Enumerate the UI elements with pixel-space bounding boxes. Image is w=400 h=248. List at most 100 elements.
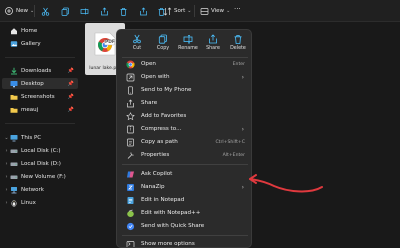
copilot-icon bbox=[126, 170, 135, 179]
sidebar-item-network[interactable]: › Network bbox=[2, 184, 78, 195]
properties-icon bbox=[126, 151, 135, 160]
copy-label: Copy bbox=[156, 46, 170, 51]
menu-item-send-to-phone[interactable]: Send to My Phone bbox=[119, 84, 251, 96]
chevron-down-icon: ⌄ bbox=[187, 8, 192, 14]
menu-item-open[interactable]: Open Enter bbox=[119, 58, 251, 70]
shortcut-text: Enter bbox=[232, 61, 245, 67]
new-button[interactable]: New ⌄ bbox=[4, 3, 34, 19]
command-bar: New ⌄ Sort ⌄ View ⌄ ··· bbox=[0, 0, 400, 22]
rename-icon[interactable] bbox=[79, 6, 89, 16]
sort-icon bbox=[162, 6, 172, 16]
menu-item-edit-with-notepad-plus[interactable]: Edit with Notepad++ bbox=[119, 207, 251, 219]
add-icon bbox=[4, 6, 14, 16]
sort-button[interactable]: Sort ⌄ bbox=[162, 3, 191, 19]
sidebar-item-screenshots[interactable]: Screenshots 📌 bbox=[2, 91, 78, 102]
copy-icon[interactable] bbox=[60, 6, 70, 16]
pin-icon[interactable]: 📌 bbox=[68, 68, 74, 74]
chevron-right-icon[interactable]: › bbox=[4, 161, 9, 167]
cut-icon bbox=[132, 34, 142, 44]
cut-label: Cut bbox=[132, 46, 142, 51]
sidebar-divider bbox=[5, 123, 75, 124]
copy-button[interactable]: Copy bbox=[152, 33, 174, 55]
menu-item-add-to-favorites[interactable]: Add to Favorites bbox=[119, 110, 251, 122]
menu-item-open-with[interactable]: Open with › bbox=[119, 71, 251, 83]
chrome-pdf-icon bbox=[92, 31, 118, 59]
menu-item-compress-to[interactable]: Compress to... › bbox=[119, 123, 251, 135]
gallery-icon bbox=[10, 40, 18, 48]
share-icon[interactable] bbox=[99, 6, 109, 16]
view-label: View bbox=[211, 8, 225, 14]
copy-path-icon bbox=[126, 138, 135, 147]
pin-icon[interactable]: 📌 bbox=[68, 81, 74, 87]
desktop-icon bbox=[10, 80, 18, 88]
chevron-right-icon[interactable]: › bbox=[4, 200, 9, 206]
delete-button[interactable]: Delete bbox=[227, 33, 249, 55]
copy-icon bbox=[158, 34, 168, 44]
chevron-right-icon[interactable]: › bbox=[4, 148, 9, 154]
delete-label: Delete bbox=[230, 46, 246, 51]
view-button[interactable]: View ⌄ bbox=[199, 3, 230, 19]
sidebar-item-label: meauj bbox=[21, 106, 39, 113]
sidebar-item-meauj[interactable]: meauj 📌 bbox=[2, 104, 78, 115]
new-label: New bbox=[16, 8, 28, 14]
more-options-icon[interactable]: ··· bbox=[234, 5, 241, 13]
chevron-right-icon[interactable]: › bbox=[4, 187, 9, 193]
sidebar-item-label: Local Disk (C:) bbox=[21, 147, 61, 154]
menu-item-edit-in-notepad[interactable]: Edit in Notepad bbox=[119, 194, 251, 206]
home-icon bbox=[10, 27, 18, 35]
open-with-icon bbox=[126, 73, 135, 82]
nanazip-icon bbox=[126, 183, 135, 192]
menu-item-nanazip[interactable]: NanaZip › bbox=[119, 181, 251, 193]
chevron-right-icon: › bbox=[241, 73, 244, 81]
pin-icon[interactable]: 📌 bbox=[68, 107, 74, 113]
shortcut-text: Ctrl+Shift+C bbox=[215, 139, 245, 145]
chrome-icon bbox=[126, 60, 135, 69]
rename-label: Rename bbox=[178, 46, 198, 51]
sidebar-item-label: Local Disk (D:) bbox=[21, 160, 61, 167]
toolbar-divider bbox=[194, 5, 195, 17]
menu-item-quick-share[interactable]: Send with Quick Share bbox=[119, 220, 251, 232]
pc-icon bbox=[10, 134, 18, 142]
sidebar-item-desktop[interactable]: Desktop 📌 bbox=[2, 78, 78, 89]
sidebar-item-label: New Volume (F:) bbox=[21, 173, 66, 180]
menu-item-label: Show more options bbox=[141, 241, 195, 247]
sidebar-item-gallery[interactable]: Gallery bbox=[2, 38, 78, 49]
menu-item-copy-as-path[interactable]: Copy as path Ctrl+Shift+C bbox=[119, 136, 251, 148]
share-button[interactable]: Share bbox=[202, 33, 224, 55]
cut-button[interactable]: Cut bbox=[126, 33, 148, 55]
sidebar-item-this-pc[interactable]: ⌄ This PC bbox=[2, 132, 78, 143]
sidebar-item-label: Downloads bbox=[21, 67, 52, 74]
sidebar-item-linux[interactable]: › Linux bbox=[2, 197, 78, 208]
pin-icon[interactable]: 📌 bbox=[68, 94, 74, 100]
cut-icon[interactable] bbox=[40, 6, 50, 16]
share-icon[interactable] bbox=[138, 6, 148, 16]
menu-item-properties[interactable]: Properties Alt+Enter bbox=[119, 149, 251, 161]
menu-item-label: Send to My Phone bbox=[141, 87, 192, 93]
file-type-badge: PDF bbox=[105, 40, 115, 45]
chevron-right-icon[interactable]: › bbox=[4, 174, 9, 180]
menu-item-label: Properties bbox=[141, 152, 170, 158]
menu-item-label: Open with bbox=[141, 74, 170, 80]
chevron-down-icon[interactable]: ⌄ bbox=[4, 135, 9, 141]
share-icon bbox=[208, 34, 218, 44]
menu-item-label: Compress to... bbox=[141, 126, 182, 132]
sidebar-item-local-disk-c[interactable]: › Local Disk (C:) bbox=[2, 145, 78, 156]
menu-item-label: Edit in Notepad bbox=[141, 197, 185, 203]
menu-item-show-more-options[interactable]: Show more options bbox=[119, 238, 251, 247]
delete-icon bbox=[233, 34, 243, 44]
shortcut-text: Alt+Enter bbox=[222, 152, 245, 158]
sidebar-item-new-volume-f[interactable]: › New Volume (F:) bbox=[2, 171, 78, 182]
menu-divider bbox=[122, 235, 248, 236]
folder-icon bbox=[10, 93, 18, 101]
chevron-right-icon: › bbox=[241, 183, 244, 191]
menu-item-ask-copilot[interactable]: Ask Copilot bbox=[119, 168, 251, 180]
sidebar-item-local-disk-d[interactable]: › Local Disk (D:) bbox=[2, 158, 78, 169]
delete-icon[interactable] bbox=[118, 6, 128, 16]
sidebar-item-label: This PC bbox=[21, 134, 42, 141]
rename-button[interactable]: Rename bbox=[177, 33, 199, 55]
context-menu: Cut Copy Rename Share Delete Open Enter … bbox=[116, 29, 252, 248]
menu-item-label: Copy as path bbox=[141, 139, 178, 145]
sidebar-item-downloads[interactable]: Downloads 📌 bbox=[2, 65, 78, 76]
sidebar-item-home[interactable]: Home bbox=[2, 25, 78, 36]
menu-item-share[interactable]: Share bbox=[119, 97, 251, 109]
